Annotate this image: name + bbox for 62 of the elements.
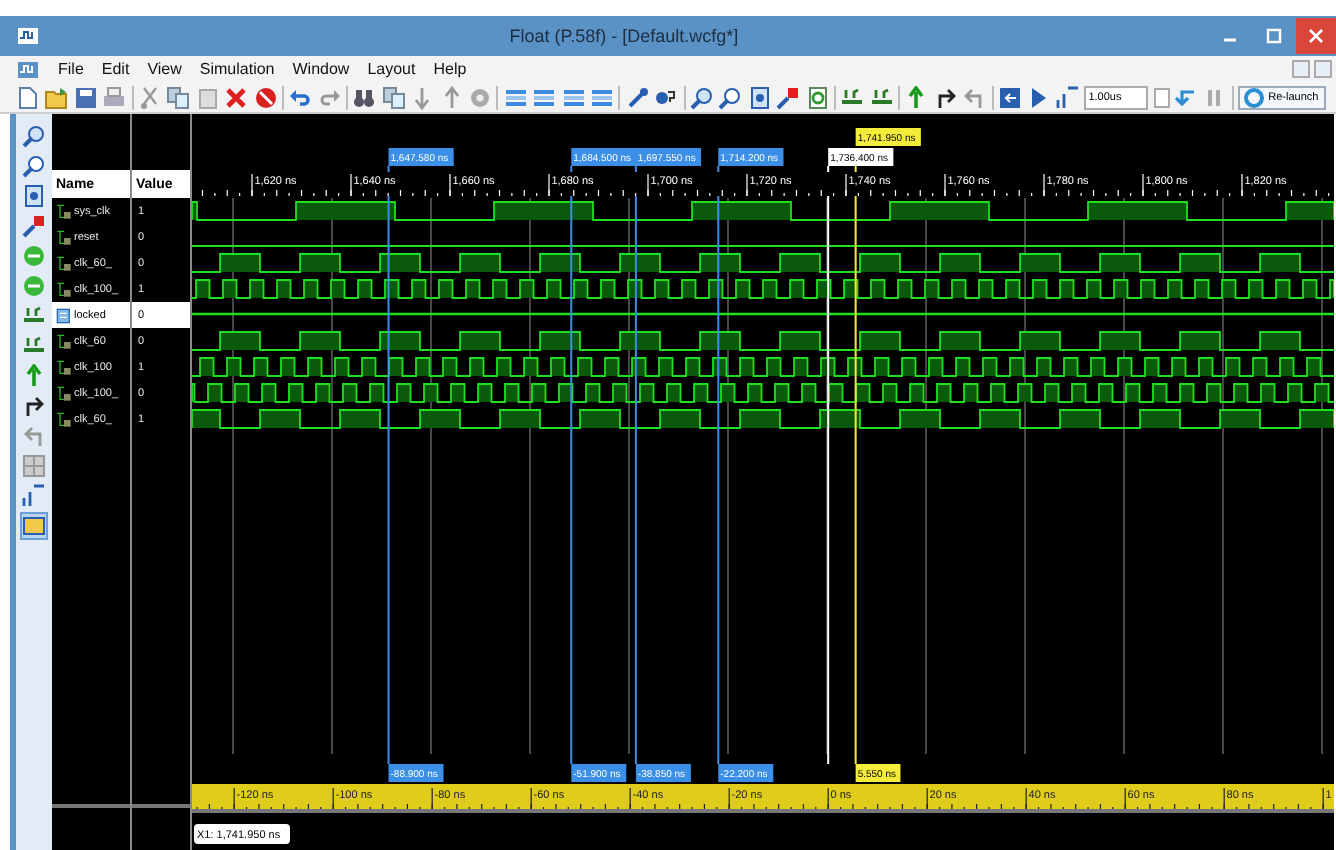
close-icon[interactable] bbox=[1304, 24, 1328, 48]
menu-item[interactable]: Layout bbox=[367, 60, 416, 78]
marker-icon[interactable] bbox=[776, 85, 801, 109]
signal-icon bbox=[56, 411, 72, 427]
app-icon bbox=[16, 24, 40, 48]
stop-icon[interactable] bbox=[253, 85, 278, 109]
marker-icon[interactable] bbox=[22, 214, 46, 238]
menu-item[interactable]: File bbox=[58, 60, 84, 78]
cursor-line[interactable] bbox=[387, 165, 390, 765]
zoom-in-icon[interactable] bbox=[22, 124, 46, 148]
zoom-out-icon[interactable] bbox=[22, 154, 46, 178]
menu-item[interactable]: Simulation bbox=[199, 60, 275, 78]
maximize-icon[interactable] bbox=[1262, 24, 1286, 48]
circle-icon[interactable] bbox=[22, 244, 46, 268]
zoom-out-icon[interactable] bbox=[718, 85, 743, 109]
cursor-line[interactable] bbox=[570, 165, 573, 765]
back-square-icon[interactable] bbox=[998, 85, 1023, 109]
delete-icon[interactable] bbox=[224, 85, 249, 109]
circle-icon[interactable] bbox=[22, 274, 46, 298]
port-icon bbox=[56, 307, 72, 323]
zoom-fit-icon[interactable] bbox=[747, 85, 772, 109]
scissors-icon[interactable] bbox=[137, 85, 162, 109]
menu-item[interactable]: Edit bbox=[101, 60, 130, 78]
signal-icon bbox=[56, 385, 72, 401]
window-title: Float (P.58f) - [Default.wcfg*] bbox=[507, 26, 741, 46]
list-icon[interactable] bbox=[561, 85, 586, 109]
save-icon[interactable] bbox=[73, 85, 98, 109]
folder-icon[interactable] bbox=[44, 85, 69, 109]
signal-icon bbox=[56, 359, 72, 375]
print-icon[interactable] bbox=[102, 85, 127, 109]
menu-item[interactable]: Window bbox=[292, 60, 350, 78]
copy-icon[interactable] bbox=[381, 85, 406, 109]
refresh-icon[interactable] bbox=[1242, 85, 1267, 109]
back-arrow-icon[interactable] bbox=[1173, 85, 1198, 109]
cursor-line[interactable] bbox=[717, 165, 720, 765]
branch-arrow-icon[interactable] bbox=[933, 85, 958, 109]
cursor-line[interactable] bbox=[634, 165, 637, 765]
undo-icon[interactable] bbox=[288, 85, 313, 109]
menu-item[interactable]: View bbox=[147, 60, 182, 78]
close-button[interactable] bbox=[1296, 18, 1336, 54]
signal-icon bbox=[56, 203, 72, 219]
branch-arrow-icon[interactable] bbox=[22, 394, 46, 418]
signal-icon bbox=[56, 255, 72, 271]
up-arrow-icon[interactable] bbox=[439, 85, 464, 109]
signal-icon bbox=[56, 333, 72, 349]
zoom-in-icon[interactable] bbox=[689, 85, 714, 109]
signal-icon bbox=[56, 281, 72, 297]
refresh-icon[interactable] bbox=[805, 85, 829, 109]
zoom-fit-icon[interactable] bbox=[22, 184, 46, 208]
panel-icon[interactable] bbox=[22, 514, 46, 538]
copy-icon[interactable] bbox=[166, 85, 191, 109]
signal-icon bbox=[56, 229, 72, 245]
dropdown-button[interactable] bbox=[1153, 87, 1170, 107]
list-icon[interactable] bbox=[589, 85, 614, 109]
list-icon[interactable] bbox=[532, 85, 557, 109]
list-icon[interactable] bbox=[503, 85, 528, 109]
binoculars-icon[interactable] bbox=[352, 85, 377, 109]
grid-icon[interactable] bbox=[22, 454, 46, 478]
redo-icon[interactable] bbox=[317, 85, 342, 109]
menu-item[interactable]: Help bbox=[433, 60, 467, 78]
down-arrow-icon[interactable] bbox=[410, 85, 435, 109]
wrench-icon[interactable] bbox=[625, 85, 650, 109]
